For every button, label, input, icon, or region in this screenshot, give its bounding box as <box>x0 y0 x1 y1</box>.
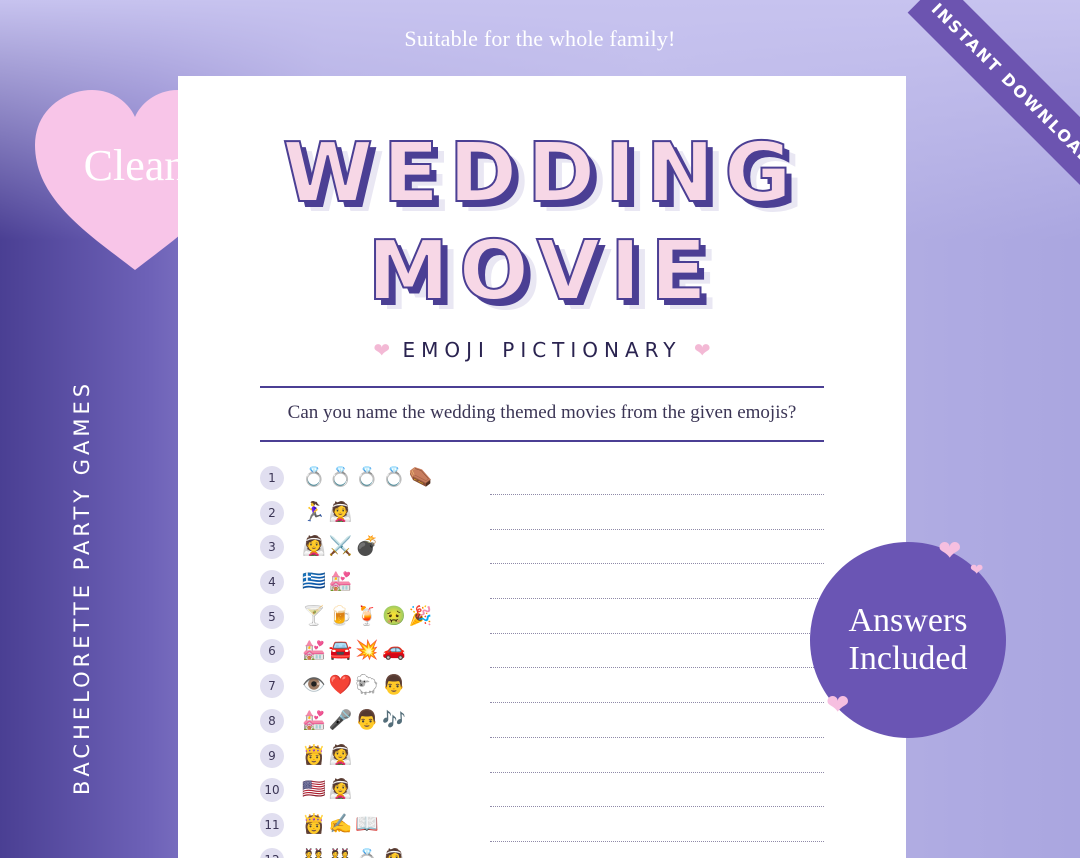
list-item: 4 🇬🇷💒 <box>260 568 824 603</box>
item-number: 4 <box>260 570 284 595</box>
emoji-clue: 👸✍️📖 <box>302 812 382 835</box>
item-number: 3 <box>260 535 284 560</box>
answer-line[interactable] <box>490 528 824 530</box>
list-item: 7 👁️❤️🐑👨 <box>260 672 824 707</box>
divider-top <box>260 386 824 388</box>
subtitle-text: EMOJI PICTIONARY <box>402 338 682 362</box>
answer-line[interactable] <box>490 840 824 842</box>
list-item: 11 👸✍️📖 <box>260 811 824 846</box>
game-sheet: WEDDING MOVIE ❤ EMOJI PICTIONARY ❤ Can y… <box>178 76 906 858</box>
answer-line[interactable] <box>490 806 824 808</box>
emoji-clue: 🏃‍♀️👰 <box>302 500 356 523</box>
list-item: 6 💒🚘💥🚗 <box>260 637 824 672</box>
title-line-1: WEDDING <box>281 125 802 222</box>
item-number: 6 <box>260 639 284 664</box>
emoji-clue: 👁️❤️🐑👨 <box>302 674 409 697</box>
list-item: 3 👰⚔️💣 <box>260 533 824 568</box>
list-item: 8 💒🎤👨🎶 <box>260 707 824 742</box>
tagline: Suitable for the whole family! <box>404 26 676 51</box>
heart-icon: ❤ <box>373 338 391 362</box>
answers-badge-line2: Included <box>848 640 968 677</box>
emoji-clue: 💒🎤👨🎶 <box>302 708 409 731</box>
heart-icon: ❤ <box>826 688 850 721</box>
list-item: 1 💍💍💍💍⚰️ <box>260 464 824 499</box>
list-item: 10 🇺🇸👰 <box>260 776 824 811</box>
answer-line[interactable] <box>490 632 824 634</box>
heart-icon: ❤ <box>938 534 962 567</box>
emoji-clue: 👰⚔️💣 <box>302 535 382 558</box>
emoji-clue: 🇬🇷💒 <box>302 570 356 593</box>
list-item: 12 👯👯💍👰 <box>260 846 824 858</box>
side-text: BACHELORETTE PARTY GAMES <box>70 379 94 795</box>
divider-bottom <box>260 440 824 442</box>
emoji-clue: 👸👰 <box>302 743 356 766</box>
answer-line[interactable] <box>490 494 824 495</box>
item-number: 5 <box>260 604 284 629</box>
answer-line[interactable] <box>490 771 824 773</box>
item-number: 9 <box>260 743 284 768</box>
puzzle-list: 1 💍💍💍💍⚰️ 2 🏃‍♀️👰 3 👰⚔️💣 4 🇬🇷💒 5 🍸🍺🍹🤢🎉 6 💒🚘💥🚗 7 👁️❤️🐑👨… <box>260 464 824 858</box>
item-number: 8 <box>260 708 284 733</box>
answers-badge-line1: Answers <box>848 602 968 639</box>
item-number: 7 <box>260 674 284 699</box>
item-number: 1 <box>260 466 284 490</box>
answer-line[interactable] <box>490 702 824 704</box>
answer-line[interactable] <box>490 667 824 669</box>
answer-line[interactable] <box>490 736 824 738</box>
heart-icon: ❤ <box>970 560 984 579</box>
item-number: 2 <box>260 500 284 525</box>
emoji-clue: 💒🚘💥🚗 <box>302 639 409 662</box>
subtitle: ❤ EMOJI PICTIONARY ❤ <box>178 338 906 362</box>
item-number: 10 <box>260 778 284 803</box>
emoji-clue: 👯👯💍👰 <box>302 847 409 858</box>
item-number: 11 <box>260 812 284 837</box>
heart-icon: ❤ <box>693 338 711 362</box>
title-line-2: MOVIE <box>366 223 717 320</box>
emoji-clue: 💍💍💍💍⚰️ <box>302 466 436 488</box>
answer-line[interactable] <box>490 598 824 600</box>
emoji-clue: 🍸🍺🍹🤢🎉 <box>302 604 436 627</box>
list-item: 5 🍸🍺🍹🤢🎉 <box>260 603 824 638</box>
question-text: Can you name the wedding themed movies f… <box>287 402 797 423</box>
emoji-clue: 🇺🇸👰 <box>302 778 356 801</box>
item-number: 12 <box>260 847 284 858</box>
list-item: 9 👸👰 <box>260 742 824 777</box>
answer-line[interactable] <box>490 563 824 565</box>
list-item: 2 🏃‍♀️👰 <box>260 499 824 534</box>
